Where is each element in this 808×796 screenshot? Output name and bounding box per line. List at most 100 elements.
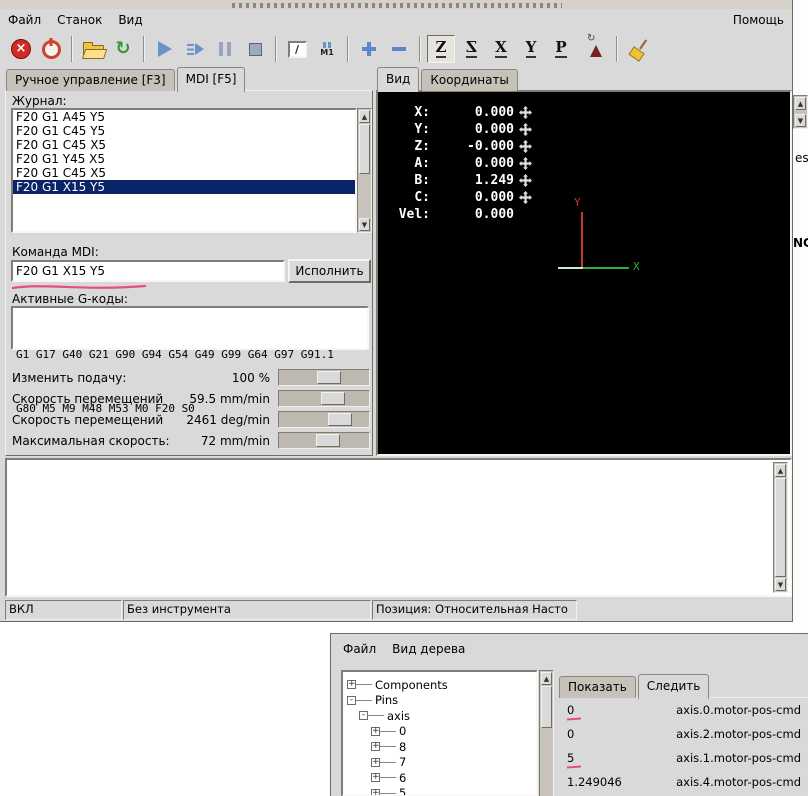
machine-power-button[interactable] xyxy=(37,35,65,63)
view-p-icon: P xyxy=(555,38,567,58)
tree-expander[interactable]: + xyxy=(371,726,380,736)
tree-expander[interactable]: + xyxy=(371,773,380,783)
scrollbar-up-icon[interactable]: ▲ xyxy=(775,464,786,477)
tree-row[interactable]: - Pins xyxy=(343,693,536,709)
slider-row: Скорость перемещений 2461 deg/min xyxy=(6,410,372,430)
view-x-button[interactable]: X xyxy=(487,35,515,63)
scrollbar-down-icon[interactable]: ▼ xyxy=(775,578,786,591)
watch-value: 0 xyxy=(567,727,575,741)
tree-row[interactable]: + Components xyxy=(343,677,536,693)
dro-value: 0.000 xyxy=(474,207,514,222)
tab-watch[interactable]: Следить xyxy=(637,674,710,699)
tree-expander[interactable]: + xyxy=(371,742,380,752)
tab-coordinates[interactable]: Координаты xyxy=(421,69,518,91)
menu-item[interactable]: Станок xyxy=(57,13,102,27)
view-y-button[interactable]: Y xyxy=(517,35,545,63)
slider-handle[interactable] xyxy=(317,371,341,384)
status-tool: Без инструмента xyxy=(123,600,371,620)
menu-help[interactable]: Помощь xyxy=(733,13,784,27)
tree-expander[interactable]: + xyxy=(371,788,380,795)
watch-row: 1.249046 axis.4.motor-pos-cmd xyxy=(559,770,808,794)
run-button[interactable] xyxy=(151,35,179,63)
slider-label: Скорость перемещений xyxy=(12,413,164,427)
dro-row: C: 0.000 xyxy=(390,189,533,206)
dro-row: Z: -0.000 xyxy=(390,138,533,155)
step-button[interactable] xyxy=(181,35,209,63)
hal-tree-list[interactable]: + Components - Pins - axis +0 +8 +7 +6 +5 xyxy=(341,670,538,796)
tab-show[interactable]: Показать xyxy=(559,676,636,698)
menu-item[interactable]: Вид xyxy=(118,13,142,27)
menu-item[interactable]: Файл xyxy=(8,13,41,27)
slider-row: Скорость перемещений 59.5 mm/min xyxy=(6,389,372,409)
hal-watch-list: 0 axis.0.motor-pos-cmd 0 axis.2.motor-pos-c… xyxy=(559,697,808,796)
tree-row[interactable]: +0 xyxy=(343,724,536,740)
dro-axis-label: Y: xyxy=(414,122,430,137)
watch-value: 5 xyxy=(567,751,623,765)
message-area[interactable]: ▲ ▼ xyxy=(5,458,792,597)
tree-expander[interactable]: + xyxy=(347,680,356,690)
tree-row[interactable]: +8 xyxy=(343,739,536,755)
zoom-out-button[interactable] xyxy=(385,35,413,63)
scrollbar-thumb[interactable] xyxy=(775,478,786,577)
watch-value: 0 xyxy=(567,703,623,717)
optional-stop-label: M1 xyxy=(320,47,334,57)
slider-trough[interactable] xyxy=(278,411,370,428)
tree-row[interactable]: +5 xyxy=(343,786,536,795)
tree-row[interactable]: +6 xyxy=(343,770,536,786)
rotate-view-button[interactable] xyxy=(582,33,610,63)
pause-icon xyxy=(219,42,231,56)
preview-canvas[interactable]: X: 0.000 Y: 0.000 Z: -0.000 A: 0.000 B: 1.249 C: 0.… xyxy=(376,90,792,456)
watch-pin-name: axis.1.motor-pos-cmd xyxy=(676,751,801,765)
slider-trough[interactable] xyxy=(278,369,370,386)
axis-jog-icon xyxy=(519,157,533,170)
view-p-button[interactable]: P xyxy=(547,35,575,63)
axis-y-line xyxy=(581,212,583,268)
tree-row[interactable]: - axis xyxy=(343,708,536,724)
clear-plot-button[interactable] xyxy=(624,35,652,63)
watch-row: 0 axis.2.motor-pos-cmd xyxy=(559,722,808,746)
message-scrollbar[interactable]: ▲ ▼ xyxy=(773,462,788,593)
tab-manual-control[interactable]: Ручное управление [F3] xyxy=(6,69,175,91)
view-z-button[interactable]: Z xyxy=(427,35,455,63)
open-file-button[interactable] xyxy=(79,35,107,63)
right-tab-bar: Вид Координаты xyxy=(377,67,520,92)
hal-tree-scrollbar[interactable]: ▲ xyxy=(539,670,554,796)
pause-button[interactable] xyxy=(211,35,239,63)
stop-button[interactable] xyxy=(241,35,269,63)
mdi-panel: Журнал: F20 G1 A45 Y5 F20 G1 C45 Y5 F20 G1… xyxy=(5,90,373,456)
dro-row: A: 0.000 xyxy=(390,155,533,172)
view-z2-button[interactable]: Z xyxy=(457,35,485,63)
desktop: { "window": { "menu": ["Файл", "Станок",… xyxy=(0,0,808,796)
block-delete-toggle[interactable]: / xyxy=(283,35,311,63)
tree-connector xyxy=(380,777,396,779)
slider-value: 59.5 mm/min xyxy=(189,392,270,406)
tree-expander[interactable]: + xyxy=(371,757,380,767)
reload-button[interactable]: ↻ xyxy=(109,35,137,63)
axis-jog-icon xyxy=(519,191,533,204)
toolbar: × ↻ / M1 Z Z X Y P xyxy=(0,30,792,68)
estop-button[interactable]: × xyxy=(7,35,35,63)
scrollbar-up-icon: ▲ xyxy=(795,97,806,110)
menu-item[interactable]: Вид дерева xyxy=(392,642,465,656)
scrollbar-up-icon[interactable]: ▲ xyxy=(541,672,552,685)
tab-preview[interactable]: Вид xyxy=(377,67,420,92)
optional-stop-toggle[interactable]: M1 xyxy=(313,35,341,63)
zoom-in-button[interactable] xyxy=(355,35,383,63)
slider-trough[interactable] xyxy=(278,390,370,407)
tree-expander[interactable]: - xyxy=(347,695,356,705)
window-title-strip xyxy=(0,0,792,9)
slider-handle[interactable] xyxy=(321,392,345,405)
toolbar-separator xyxy=(143,36,145,62)
slider-handle[interactable] xyxy=(328,413,352,426)
tab-mdi[interactable]: MDI [F5] xyxy=(176,67,246,92)
slider-trough[interactable] xyxy=(278,432,370,449)
dro-row: B: 1.249 xyxy=(390,172,533,189)
tree-row[interactable]: +7 xyxy=(343,755,536,771)
menu-item[interactable]: Файл xyxy=(343,642,376,656)
reload-icon: ↻ xyxy=(115,38,131,59)
scrollbar-thumb[interactable] xyxy=(541,686,552,728)
tree-expander[interactable]: - xyxy=(359,711,368,721)
slider-handle[interactable] xyxy=(316,434,340,447)
watch-pin-name: axis.4.motor-pos-cmd xyxy=(676,775,801,789)
zoom-in-icon xyxy=(362,42,376,56)
